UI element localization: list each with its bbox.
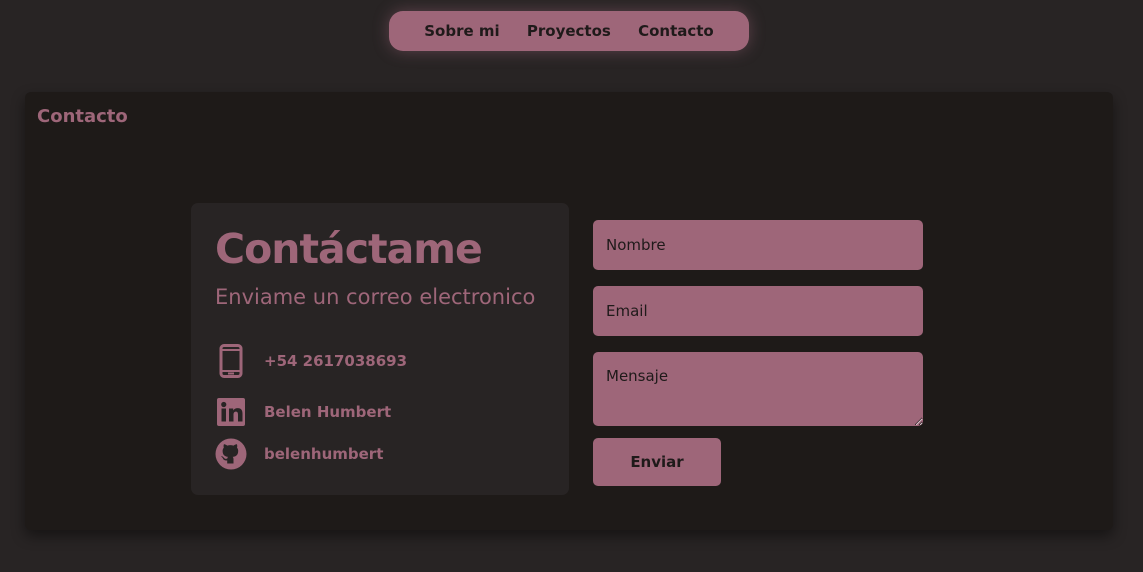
- github-icon[interactable]: [215, 437, 247, 471]
- name-field[interactable]: [593, 220, 923, 270]
- contact-info-card: Contáctame Enviame un correo electronico…: [191, 203, 569, 495]
- contact-phone-row: +54 2617038693: [215, 344, 407, 378]
- contact-github-row[interactable]: belenhumbert: [215, 437, 383, 471]
- linkedin-name[interactable]: Belen Humbert: [264, 403, 391, 421]
- nav-item-sobre-mi[interactable]: Sobre mi: [424, 22, 499, 40]
- github-username[interactable]: belenhumbert: [264, 445, 383, 463]
- phone-icon: [215, 344, 247, 378]
- top-navigation: Sobre mi Proyectos Contacto: [389, 11, 749, 51]
- contact-section: Contacto Contáctame Enviame un correo el…: [25, 92, 1113, 530]
- section-title: Contacto: [37, 106, 128, 127]
- nav-item-contacto[interactable]: Contacto: [638, 22, 714, 40]
- contact-linkedin-row[interactable]: Belen Humbert: [215, 395, 391, 429]
- nav-item-proyectos[interactable]: Proyectos: [527, 22, 611, 40]
- email-field[interactable]: [593, 286, 923, 336]
- contact-subheading: Enviame un correo electronico: [215, 285, 536, 309]
- phone-number: +54 2617038693: [264, 352, 408, 370]
- message-field[interactable]: [593, 352, 923, 426]
- linkedin-icon[interactable]: [215, 395, 247, 429]
- send-button[interactable]: Enviar: [593, 438, 721, 486]
- contact-heading: Contáctame: [215, 225, 483, 273]
